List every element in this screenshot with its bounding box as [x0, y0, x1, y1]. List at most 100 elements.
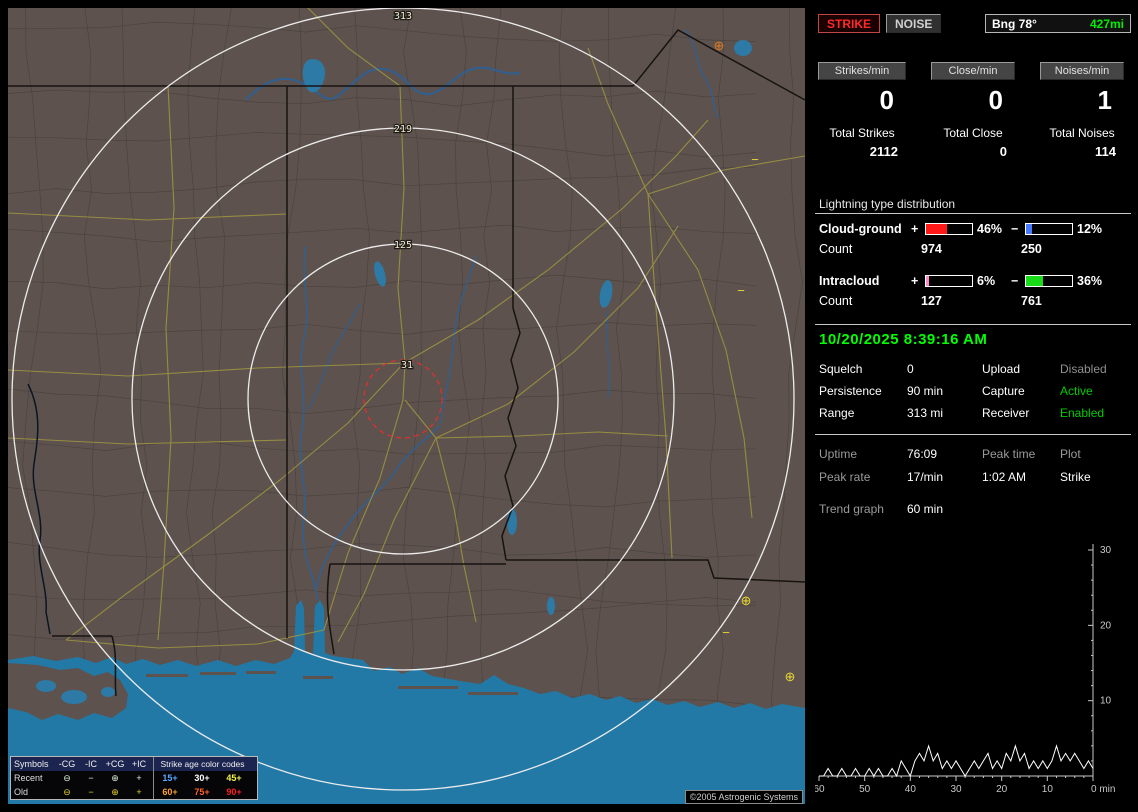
bearing-display: Bng 78° 427mi [985, 14, 1131, 33]
ring-label-31: 31 [401, 360, 413, 371]
cloud-ground-row: Cloud-ground + 46% − 12% [819, 222, 1131, 236]
trend-graph-row: Trend graph 60 min [819, 502, 1131, 516]
total-strikes-value: 2112 [818, 144, 906, 159]
neg-ic-old-icon: − [79, 785, 103, 799]
ring-label-219: 219 [394, 124, 412, 135]
ic-positive-bar [925, 275, 973, 287]
strike-symbol: − [722, 625, 730, 640]
pos-cg-old-icon: ⊕ [103, 785, 127, 799]
strikes-per-min-button[interactable]: Strikes/min [818, 62, 906, 80]
svg-text:40: 40 [905, 784, 917, 795]
age-45: 45+ [218, 771, 250, 785]
strike-symbol: ⊕ [714, 38, 725, 53]
peak-rate-label: Peak rate [819, 470, 907, 484]
age-90: 90+ [218, 785, 250, 799]
svg-text:10: 10 [1100, 696, 1112, 707]
svg-text:10: 10 [1042, 784, 1054, 795]
settings-grid: Squelch 0 Upload Disabled Persistence 90… [819, 362, 1131, 420]
ic-negative-bar [1025, 275, 1073, 287]
receiver-label: Receiver [982, 406, 1060, 420]
legend-row-recent: Recent ⊖ − ⊕ + 15+ 30+ 45+ [11, 771, 257, 785]
cg-positive-bar [925, 223, 973, 235]
strike-symbol: − [751, 152, 759, 167]
ic-positive-pct: 6% [973, 274, 1011, 288]
persistence-label: Persistence [819, 384, 907, 398]
map-legend: Symbols -CG -IC +CG +IC Strike age color… [10, 756, 258, 800]
plot-label: Plot [1060, 447, 1130, 461]
close-per-min-value: 0 [931, 80, 1015, 120]
count-label: Count [819, 242, 921, 256]
legend-col-pos-cg: +CG [103, 757, 127, 771]
intracloud-row: Intracloud + 6% − 36% [819, 274, 1131, 288]
minus-sign: − [1011, 222, 1025, 236]
copyright-notice: ©2005 Astrogenic Systems [685, 790, 803, 804]
receiver-status: Enabled [1060, 406, 1130, 420]
neg-cg-recent-icon: ⊖ [55, 771, 79, 785]
strike-button[interactable]: STRIKE [818, 14, 880, 33]
persistence-value: 90 min [907, 384, 982, 398]
upload-label: Upload [982, 362, 1060, 376]
neg-ic-recent-icon: − [79, 771, 103, 785]
total-close-label: Total Close [931, 126, 1015, 140]
range-value: 313 mi [907, 406, 982, 420]
trend-chart: 6050403020100 min102030 [815, 540, 1127, 798]
plus-sign: + [911, 222, 925, 236]
cg-positive-count: 974 [921, 242, 1021, 256]
cg-positive-pct: 46% [973, 222, 1011, 236]
squelch-value: 0 [907, 362, 982, 376]
system-datetime: 10/20/2025 8:39:16 AM [819, 331, 1131, 348]
divider [815, 434, 1131, 435]
cg-negative-bar [1025, 223, 1073, 235]
rate-counters: Strikes/min Close/min Noises/min 0 0 1 T… [815, 62, 1131, 159]
range-label: Range [819, 406, 907, 420]
svg-text:0 min: 0 min [1091, 784, 1115, 795]
svg-text:30: 30 [950, 784, 962, 795]
ring-label-313: 313 [394, 11, 412, 22]
age-15: 15+ [154, 771, 186, 785]
legend-col-neg-ic: -IC [79, 757, 103, 771]
uptime-label: Uptime [819, 447, 907, 461]
legend-symbols-title: Symbols [11, 757, 55, 771]
map-canvas[interactable]: 313 219 125 31 ⊕−−⊕−⊕ [8, 8, 805, 804]
divider [815, 324, 1131, 325]
legend-col-neg-cg: -CG [55, 757, 79, 771]
ic-negative-count: 761 [1021, 294, 1121, 308]
ring-label-125: 125 [394, 240, 412, 251]
uptime-value: 76:09 [907, 447, 982, 461]
pos-ic-old-icon: + [127, 785, 151, 799]
strike-symbol: ⊕ [741, 593, 752, 608]
bearing-distance: 427mi [1090, 17, 1124, 31]
legend-age-title: Strike age color codes [153, 757, 251, 771]
peak-rate-value: 17/min [907, 470, 982, 484]
minus-sign: − [1011, 274, 1025, 288]
noise-button[interactable]: NOISE [886, 14, 941, 33]
svg-text:20: 20 [1100, 620, 1112, 631]
lightning-map[interactable]: 313 219 125 31 ⊕−−⊕−⊕ Symbols -CG -IC +C… [8, 8, 805, 804]
strikes-per-min-value: 0 [818, 80, 906, 120]
ic-negative-pct: 36% [1073, 274, 1111, 288]
ic-positive-count: 127 [921, 294, 1021, 308]
cloud-ground-label: Cloud-ground [819, 222, 911, 236]
legend-recent-label: Recent [11, 771, 55, 785]
intracloud-label: Intracloud [819, 274, 911, 288]
cg-count-row: Count 974 250 [819, 242, 1131, 256]
plot-value: Strike [1060, 470, 1130, 484]
capture-label: Capture [982, 384, 1060, 398]
close-per-min-button[interactable]: Close/min [931, 62, 1015, 80]
total-noises-label: Total Noises [1040, 126, 1124, 140]
strike-symbol: ⊕ [785, 669, 796, 684]
svg-text:30: 30 [1100, 545, 1112, 556]
peak-time-label: Peak time [982, 447, 1060, 461]
count-label: Count [819, 294, 921, 308]
legend-old-label: Old [11, 785, 55, 799]
svg-text:60: 60 [815, 784, 825, 795]
total-close-value: 0 [931, 144, 1015, 159]
trend-graph-label: Trend graph [819, 502, 907, 516]
peak-time-value: 1:02 AM [982, 470, 1060, 484]
legend-row-old: Old ⊖ − ⊕ + 60+ 75+ 90+ [11, 785, 257, 799]
capture-status: Active [1060, 384, 1130, 398]
squelch-label: Squelch [819, 362, 907, 376]
control-panel: STRIKE NOISE Bng 78° 427mi Strikes/min C… [815, 8, 1131, 804]
noises-per-min-button[interactable]: Noises/min [1040, 62, 1124, 80]
neg-cg-old-icon: ⊖ [55, 785, 79, 799]
